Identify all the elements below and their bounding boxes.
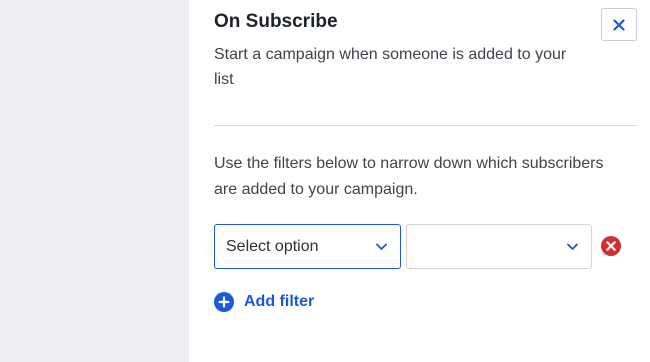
divider <box>214 125 637 126</box>
plus-circle-icon <box>214 292 234 312</box>
remove-filter-button[interactable] <box>601 236 621 256</box>
panel-title: On Subscribe <box>214 11 338 32</box>
close-icon <box>613 18 625 31</box>
background-panel <box>0 0 189 362</box>
filter-field-select[interactable]: Select option <box>214 224 401 269</box>
chevron-down-icon <box>376 243 387 250</box>
filter-field-value: Select option <box>226 237 319 255</box>
chevron-down-icon <box>567 243 578 250</box>
filter-value-select[interactable] <box>406 224 592 269</box>
close-button[interactable] <box>601 8 637 41</box>
trigger-settings-panel: On Subscribe Start a campaign when someo… <box>189 0 650 362</box>
filter-description: Use the filters below to narrow down whi… <box>214 155 604 198</box>
panel-subtitle: Start a campaign when someone is added t… <box>214 46 567 88</box>
add-filter-label: Add filter <box>244 293 315 310</box>
remove-filter-icon <box>601 236 621 256</box>
add-filter-button[interactable]: Add filter <box>214 292 314 312</box>
